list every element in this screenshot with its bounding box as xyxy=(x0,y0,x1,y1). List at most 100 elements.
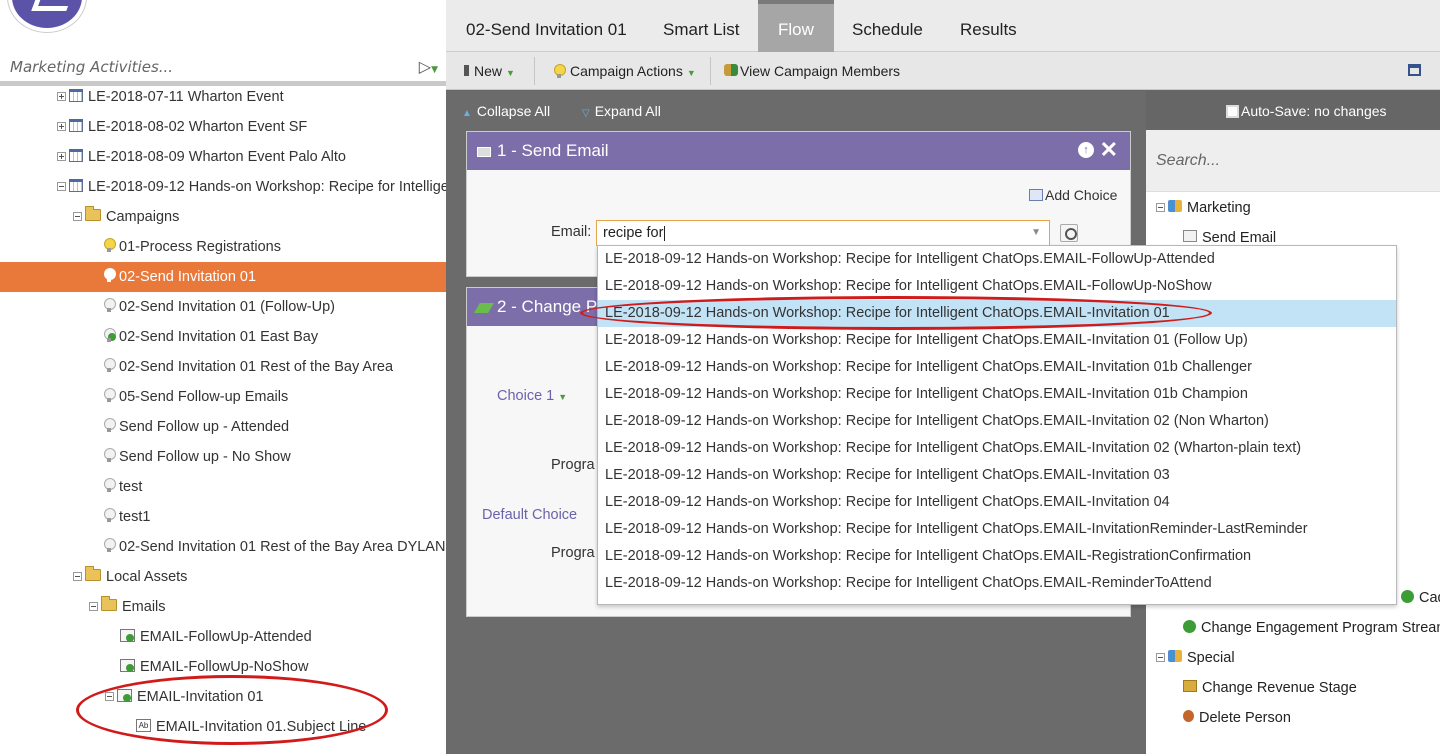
tree-item-label: EMAIL-Invitation 01 xyxy=(137,689,264,705)
collapse-icon[interactable] xyxy=(1156,203,1165,212)
expand-icon[interactable] xyxy=(57,92,66,101)
tree-item[interactable]: 02-Send Invitation 01 Rest of the Bay Ar… xyxy=(0,532,446,562)
calendar-icon xyxy=(69,88,83,102)
tree-item[interactable]: Ab EMAIL-Invitation 01.Subject Line xyxy=(0,712,446,742)
tree-item[interactable]: Emails xyxy=(0,592,446,622)
collapse-icon[interactable] xyxy=(57,182,66,191)
marketing-activities-search[interactable]: Marketing Activities... ▷▼ xyxy=(0,48,446,86)
dropdown-option[interactable]: LE-2018-09-12 Hands-on Workshop: Recipe … xyxy=(598,246,1396,273)
tree-item[interactable]: EMAIL-Invitation 01 xyxy=(0,682,446,712)
tree-item[interactable]: 05-Send Follow-up Emails xyxy=(0,382,446,412)
collapse-icon[interactable] xyxy=(105,692,114,701)
search-placeholder: Search... xyxy=(1156,152,1221,169)
dropdown-option[interactable]: LE-2018-09-12 Hands-on Workshop: Recipe … xyxy=(598,327,1396,354)
email-field[interactable]: recipe for ▼ xyxy=(596,220,1050,246)
program-label: Progra xyxy=(551,545,595,561)
move-up-icon[interactable]: ↑ xyxy=(1078,142,1094,158)
palette-item[interactable]: Marketing xyxy=(1146,193,1440,223)
tree-item[interactable]: LE-2018-09-12 Hands-on Workshop: Recipe … xyxy=(0,172,446,202)
engagement-icon xyxy=(1401,589,1414,603)
delete-person-icon xyxy=(1183,710,1194,723)
dropdown-option[interactable]: LE-2018-09-12 Hands-on Workshop: Recipe … xyxy=(598,408,1396,435)
tree-item-label: test1 xyxy=(119,509,151,525)
tree-item-label: Send Follow up - No Show xyxy=(119,449,291,465)
campaign-actions-button[interactable]: Campaign Actions ▼ xyxy=(554,52,696,90)
dropdown-option[interactable]: LE-2018-09-12 Hands-on Workshop: Recipe … xyxy=(598,300,1396,327)
toolbar: New ▼ Campaign Actions ▼ View Campaign Mem… xyxy=(446,52,1440,90)
new-button[interactable]: New ▼ xyxy=(464,52,515,90)
filter-icon[interactable]: ▷▼ xyxy=(419,57,438,76)
dropdown-option[interactable]: LE-2018-09-12 Hands-on Workshop: Recipe … xyxy=(598,489,1396,516)
dropdown-option[interactable]: LE-2018-09-12 Hands-on Workshop: Recipe … xyxy=(598,462,1396,489)
dropdown-option[interactable]: LE-2018-09-12 Hands-on Workshop: Recipe … xyxy=(598,273,1396,300)
bulb-icon xyxy=(104,388,116,403)
palette-item-label: Marketing xyxy=(1187,200,1251,216)
tree-item[interactable]: 02-Send Invitation 01 (Follow-Up) xyxy=(0,292,446,322)
collapse-icon[interactable] xyxy=(1156,653,1165,662)
tree-item-label: LE-2018-07-11 Wharton Event xyxy=(88,89,284,105)
dropdown-option[interactable]: LE-2018-09-12 Hands-on Workshop: Recipe … xyxy=(598,354,1396,381)
default-choice-label: Default Choice xyxy=(482,507,578,523)
bulb-icon xyxy=(104,358,116,373)
collapse-icon[interactable] xyxy=(73,212,82,221)
tab-schedule[interactable]: Schedule xyxy=(832,0,943,52)
email-approved-icon xyxy=(117,688,132,702)
dropdown-option[interactable]: LE-2018-09-12 Hands-on Workshop: Recipe … xyxy=(598,381,1396,408)
tree-item[interactable]: 02-Send Invitation 01 Rest of the Bay Ar… xyxy=(0,352,446,382)
tree-item[interactable]: Campaigns xyxy=(0,202,446,232)
view-campaign-members-button[interactable]: View Campaign Members xyxy=(724,52,900,90)
tree-item[interactable]: LE-2018-08-09 Wharton Event Palo Alto xyxy=(0,142,446,172)
tree-item[interactable]: LE-2018-08-02 Wharton Event SF xyxy=(0,112,446,142)
members-icon xyxy=(724,64,738,77)
palette-item[interactable]: Delete Person xyxy=(1146,703,1440,733)
palette-item-label: Delete Person xyxy=(1199,710,1291,726)
marketo-logo[interactable] xyxy=(8,0,86,32)
palette-item-label: Special xyxy=(1187,650,1235,666)
add-choice-button[interactable]: Add Choice xyxy=(1029,187,1117,203)
email-lookup-icon[interactable] xyxy=(1060,224,1078,242)
tab-campaign-name[interactable]: 02-Send Invitation 01 xyxy=(446,0,647,52)
tree-item[interactable]: 02-Send Invitation 01 xyxy=(0,262,446,292)
tree-item[interactable]: Local Assets xyxy=(0,562,446,592)
tree-item[interactable]: 01-Process Registrations xyxy=(0,232,446,262)
expand-icon[interactable] xyxy=(57,152,66,161)
email-approved-icon xyxy=(120,628,135,642)
window-toggle-icon[interactable] xyxy=(1408,52,1426,90)
palette-search-input[interactable]: Search... xyxy=(1146,130,1440,192)
collapse-icon[interactable] xyxy=(73,572,82,581)
tree-item[interactable]: LE-2018-07-11 Wharton Event xyxy=(0,82,446,112)
search-placeholder: Marketing Activities... xyxy=(10,58,174,76)
tab-results[interactable]: Results xyxy=(940,0,1037,52)
choice-1-label[interactable]: Choice 1 ▼ xyxy=(497,388,567,404)
tree-item[interactable]: test xyxy=(0,472,446,502)
collapse-icon[interactable] xyxy=(89,602,98,611)
dropdown-option[interactable]: LE-2018-09-12 Hands-on Workshop: Recipe … xyxy=(598,570,1396,597)
tree-item[interactable]: EMAIL-FollowUp-Attended xyxy=(0,622,446,652)
calendar-icon xyxy=(69,178,83,192)
palette-item[interactable]: Special xyxy=(1146,643,1440,673)
tab-smart-list[interactable]: Smart List xyxy=(643,0,760,52)
tree-item[interactable]: test1 xyxy=(0,502,446,532)
marketing-group-icon xyxy=(1168,200,1182,213)
tree-item[interactable]: EMAIL-FollowUp-NoShow xyxy=(0,652,446,682)
dropdown-option[interactable]: LE-2018-09-12 Hands-on Workshop: Recipe … xyxy=(598,543,1396,570)
bulb-icon xyxy=(104,268,116,283)
dropdown-option[interactable]: LE-2018-09-12 Hands-on Workshop: Recipe … xyxy=(598,435,1396,462)
close-icon[interactable]: ✕ xyxy=(1100,132,1118,168)
program-label: Progra xyxy=(551,457,595,473)
collapse-all-button[interactable]: ▲ Collapse All xyxy=(462,91,550,134)
tree-item-label: 05-Send Follow-up Emails xyxy=(119,389,289,405)
tree-item[interactable]: 02-Send Invitation 01 East Bay xyxy=(0,322,446,352)
dropdown-option[interactable]: LE-2018-09-12 Hands-on Workshop: Recipe … xyxy=(598,516,1396,543)
tree-item[interactable]: Send Follow up - No Show xyxy=(0,442,446,472)
tab-flow[interactable]: Flow xyxy=(758,0,834,52)
new-icon xyxy=(464,64,469,76)
calendar-icon xyxy=(69,118,83,132)
palette-item[interactable]: Change Engagement Program Strean xyxy=(1146,613,1440,643)
folder-icon xyxy=(85,566,101,582)
add-choice-icon xyxy=(1029,189,1043,202)
expand-icon[interactable] xyxy=(57,122,66,131)
tree-item[interactable]: Send Follow up - Attended xyxy=(0,412,446,442)
palette-item[interactable]: Change Revenue Stage xyxy=(1146,673,1440,703)
expand-all-button[interactable]: ▽ Expand All xyxy=(582,91,661,134)
